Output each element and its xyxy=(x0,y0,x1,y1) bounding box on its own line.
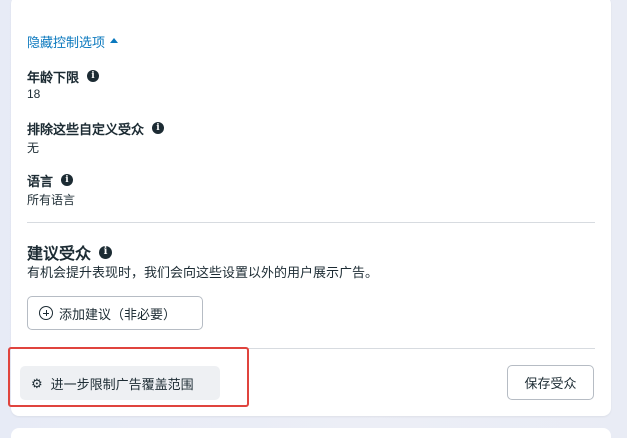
field-value: 所有语言 xyxy=(27,193,76,207)
field-exclude-audiences: 排除这些自定义受众 i 无 xyxy=(27,119,165,156)
page: 隐藏控制选项 年龄下限 i 18 排除这些自定义受众 i 无 语言 i 所有语言… xyxy=(0,0,627,438)
save-audience-label: 保存受众 xyxy=(524,376,577,391)
audience-card xyxy=(11,0,611,416)
hide-controls-label: 隐藏控制选项 xyxy=(27,35,106,50)
next-card xyxy=(11,428,611,438)
field-age-min: 年龄下限 i 18 xyxy=(27,67,100,101)
field-value: 18 xyxy=(27,87,41,101)
info-icon[interactable]: i xyxy=(87,70,100,82)
field-label: 语言 xyxy=(27,173,54,189)
divider xyxy=(27,222,595,223)
section-title-text: 建议受众 xyxy=(27,246,92,263)
plus-circle-icon xyxy=(39,306,53,320)
restrict-reach-label: 进一步限制广告覆盖范围 xyxy=(50,376,194,392)
field-label: 排除这些自定义受众 xyxy=(27,121,145,137)
info-icon[interactable]: i xyxy=(152,122,165,134)
add-suggestion-label: 添加建议（非必要） xyxy=(59,306,177,322)
field-language: 语言 i 所有语言 xyxy=(27,171,75,208)
divider xyxy=(27,348,595,349)
section-description: 有机会提升表现时，我们会向这些设置以外的用户展示广告。 xyxy=(27,265,379,280)
save-audience-button[interactable]: 保存受众 xyxy=(507,365,594,400)
hide-controls-link[interactable]: 隐藏控制选项 xyxy=(27,32,119,51)
gear-icon: ⚙ xyxy=(31,375,43,391)
info-icon[interactable]: i xyxy=(99,245,113,259)
caret-up-icon xyxy=(110,38,119,43)
info-icon[interactable]: i xyxy=(61,174,74,186)
restrict-reach-button[interactable]: ⚙ 进一步限制广告覆盖范围 xyxy=(20,366,220,400)
section-title: 建议受众 i xyxy=(27,240,113,264)
field-value: 无 xyxy=(27,141,40,155)
field-label: 年龄下限 xyxy=(27,69,80,85)
add-suggestion-button[interactable]: 添加建议（非必要） xyxy=(27,296,203,330)
